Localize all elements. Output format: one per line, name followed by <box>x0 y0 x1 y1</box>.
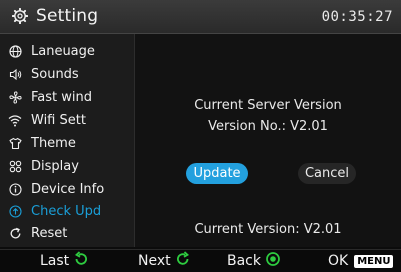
last-hint[interactable]: Last <box>40 251 89 271</box>
menu-item-reset[interactable]: Reset <box>6 223 130 244</box>
last-label: Last <box>40 253 70 269</box>
menu-item-display[interactable]: Display <box>6 156 130 177</box>
rotate-left-icon <box>69 251 89 271</box>
menu-item-device-info[interactable]: Device Info <box>6 179 130 200</box>
menu-item-label: Reset <box>31 226 68 241</box>
device-screen: Setting 00:35:27 Laneuage Sounds Fast wi… <box>0 0 401 272</box>
server-version-number: Version No.: V2.01 <box>208 119 328 134</box>
menu-item-theme[interactable]: Theme <box>6 133 130 154</box>
cancel-button[interactable]: Cancel <box>298 163 356 184</box>
update-panel: Current Server Version Version No.: V2.0… <box>135 34 401 247</box>
menu-item-label: Check Upd <box>31 204 102 219</box>
menu-item-wifi[interactable]: Wifi Sett <box>6 110 130 131</box>
update-button[interactable]: Update <box>186 163 248 184</box>
speaker-icon <box>8 68 22 82</box>
server-version-heading: Current Server Version <box>194 98 342 113</box>
clock-time: 00:35:27 <box>321 9 393 25</box>
gear-icon <box>11 7 29 25</box>
menu-item-sounds[interactable]: Sounds <box>6 64 130 85</box>
back-label: Back <box>227 253 261 269</box>
shirt-icon <box>8 137 22 151</box>
current-version: Current Version: V2.01 <box>194 222 342 237</box>
ok-hint[interactable]: OK MENU <box>328 252 394 270</box>
menu-item-fast-wind[interactable]: Fast wind <box>6 87 130 108</box>
upload-icon <box>8 205 22 219</box>
wifi-icon <box>8 114 22 128</box>
settings-menu: Laneuage Sounds Fast wind Wifi Sett Them… <box>0 34 135 247</box>
back-hint[interactable]: Back <box>227 252 281 270</box>
menu-item-label: Sounds <box>31 67 79 82</box>
rotate-right-icon <box>171 251 191 271</box>
next-label: Next <box>138 253 171 269</box>
menu-item-language[interactable]: Laneuage <box>6 41 130 62</box>
menu-item-label: Display <box>31 159 79 174</box>
menu-key-badge: MENU <box>354 254 394 268</box>
fan-icon <box>8 91 22 105</box>
menu-item-label: Laneuage <box>31 44 95 59</box>
title-bar: Setting 00:35:27 <box>0 0 401 34</box>
globe-icon <box>8 45 22 59</box>
next-hint[interactable]: Next <box>138 251 191 271</box>
menu-item-label: Theme <box>31 136 76 151</box>
display-grid-icon <box>8 160 22 174</box>
menu-item-check-update[interactable]: Check Upd <box>0 201 134 222</box>
reset-icon <box>8 227 22 241</box>
menu-item-label: Wifi Sett <box>31 113 86 128</box>
info-icon <box>8 183 22 197</box>
menu-item-label: Device Info <box>31 182 105 197</box>
ok-label: OK <box>328 253 349 269</box>
menu-item-label: Fast wind <box>31 90 92 105</box>
footer-hints: Last Next Back OK MENU <box>0 249 401 272</box>
press-button-icon <box>261 251 281 271</box>
page-title: Setting <box>36 6 99 26</box>
